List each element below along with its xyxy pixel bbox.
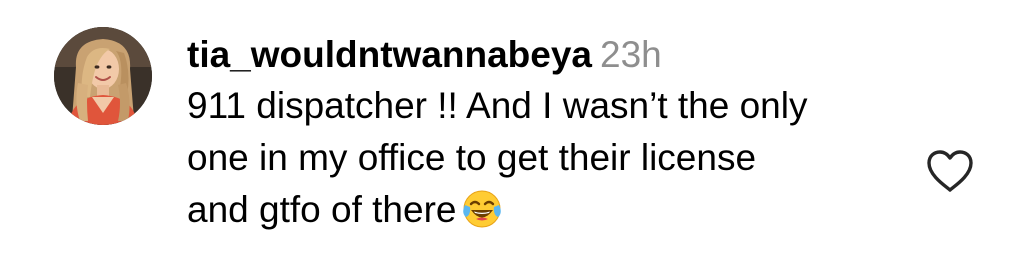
avatar[interactable] — [54, 27, 152, 125]
heart-outline-icon[interactable] — [925, 148, 975, 194]
comment-text-line-2: one in my office to get their license — [187, 137, 757, 178]
comment-text-line-3-text: and gtfo of there — [187, 189, 457, 230]
comment-text-line-1: 911 dispatcher !! And I wasn’t the only — [187, 85, 808, 126]
comment: tia_wouldntwannabeya 23h 911 dispatcher !… — [0, 0, 1024, 270]
avatar-image — [54, 27, 152, 125]
face-with-tears-of-joy-icon — [462, 189, 502, 229]
comment-text: 911 dispatcher !! And I wasn’t the only … — [187, 80, 887, 236]
comment-time[interactable]: 23h — [600, 34, 662, 75]
comment-body: tia_wouldntwannabeya 23h 911 dispatcher !… — [187, 30, 887, 236]
comment-text-line-3: and gtfo of there — [187, 184, 887, 236]
comment-header: tia_wouldntwannabeya 23h — [187, 30, 887, 80]
username[interactable]: tia_wouldntwannabeya — [187, 34, 592, 75]
